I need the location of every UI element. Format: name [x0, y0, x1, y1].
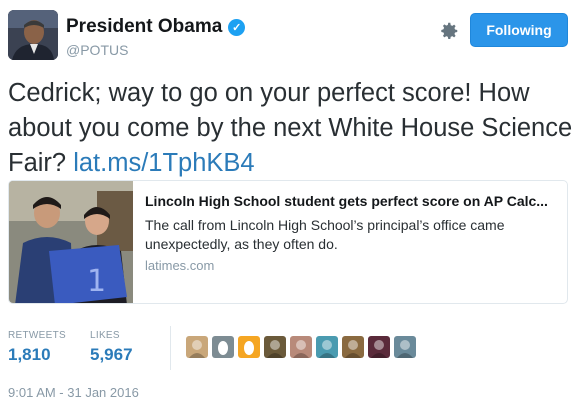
avatar-icon: [189, 340, 205, 358]
avatar-icon: [397, 340, 413, 358]
liker-avatar[interactable]: [212, 336, 234, 358]
retweets-count[interactable]: 1,810: [8, 345, 66, 365]
retweets-stat[interactable]: RETWEETS 1,810: [8, 330, 66, 365]
avatar-icon: [345, 340, 361, 358]
avatar-icon: [8, 10, 58, 60]
liker-avatar[interactable]: [290, 336, 312, 358]
gear-icon[interactable]: [438, 20, 460, 42]
author-name-text[interactable]: President Obama: [66, 16, 222, 38]
liker-avatar[interactable]: [368, 336, 390, 358]
tweet-text: Cedrick; way to go on your perfect score…: [8, 76, 574, 181]
liker-avatar[interactable]: [264, 336, 286, 358]
card-thumbnail[interactable]: 1: [9, 181, 133, 303]
liker-avatar[interactable]: [238, 336, 260, 358]
author-avatar[interactable]: [8, 10, 58, 60]
likes-count[interactable]: 5,967: [90, 345, 133, 365]
liker-avatar[interactable]: [186, 336, 208, 358]
card-description: The call from Lincoln High School’s prin…: [145, 217, 505, 252]
avatar-icon: [267, 340, 283, 358]
liker-avatar[interactable]: [316, 336, 338, 358]
liker-avatar[interactable]: [342, 336, 364, 358]
retweets-label: RETWEETS: [8, 330, 66, 341]
tweet-timestamp[interactable]: 9:01 AM - 31 Jan 2016: [8, 385, 139, 400]
liker-avatar[interactable]: [394, 336, 416, 358]
author-handle[interactable]: @POTUS: [66, 42, 128, 58]
verified-badge-icon: ✓: [228, 18, 246, 36]
likes-label: LIKES: [90, 330, 120, 341]
card-title[interactable]: Lincoln High School student gets perfect…: [145, 193, 548, 209]
avatar-icon: [293, 340, 309, 358]
egg-avatar-icon: [244, 341, 254, 355]
author-name[interactable]: President Obama ✓: [66, 16, 246, 38]
egg-avatar-icon: [218, 341, 228, 355]
likers-avatars: [186, 336, 416, 358]
svg-text:1: 1: [87, 264, 106, 299]
tweet-link[interactable]: lat.ms/1TphKB4: [73, 149, 254, 177]
following-button[interactable]: Following: [470, 13, 568, 47]
link-card[interactable]: 1 Lincoln High School student gets perfe…: [8, 180, 568, 304]
likes-stat[interactable]: LIKES 5,967: [90, 330, 133, 365]
avatar-icon: [319, 340, 335, 358]
card-domain: latimes.com: [145, 258, 215, 273]
card-photo-icon: 1: [9, 181, 133, 303]
stats-divider: [170, 326, 171, 370]
avatar-icon: [371, 340, 387, 358]
